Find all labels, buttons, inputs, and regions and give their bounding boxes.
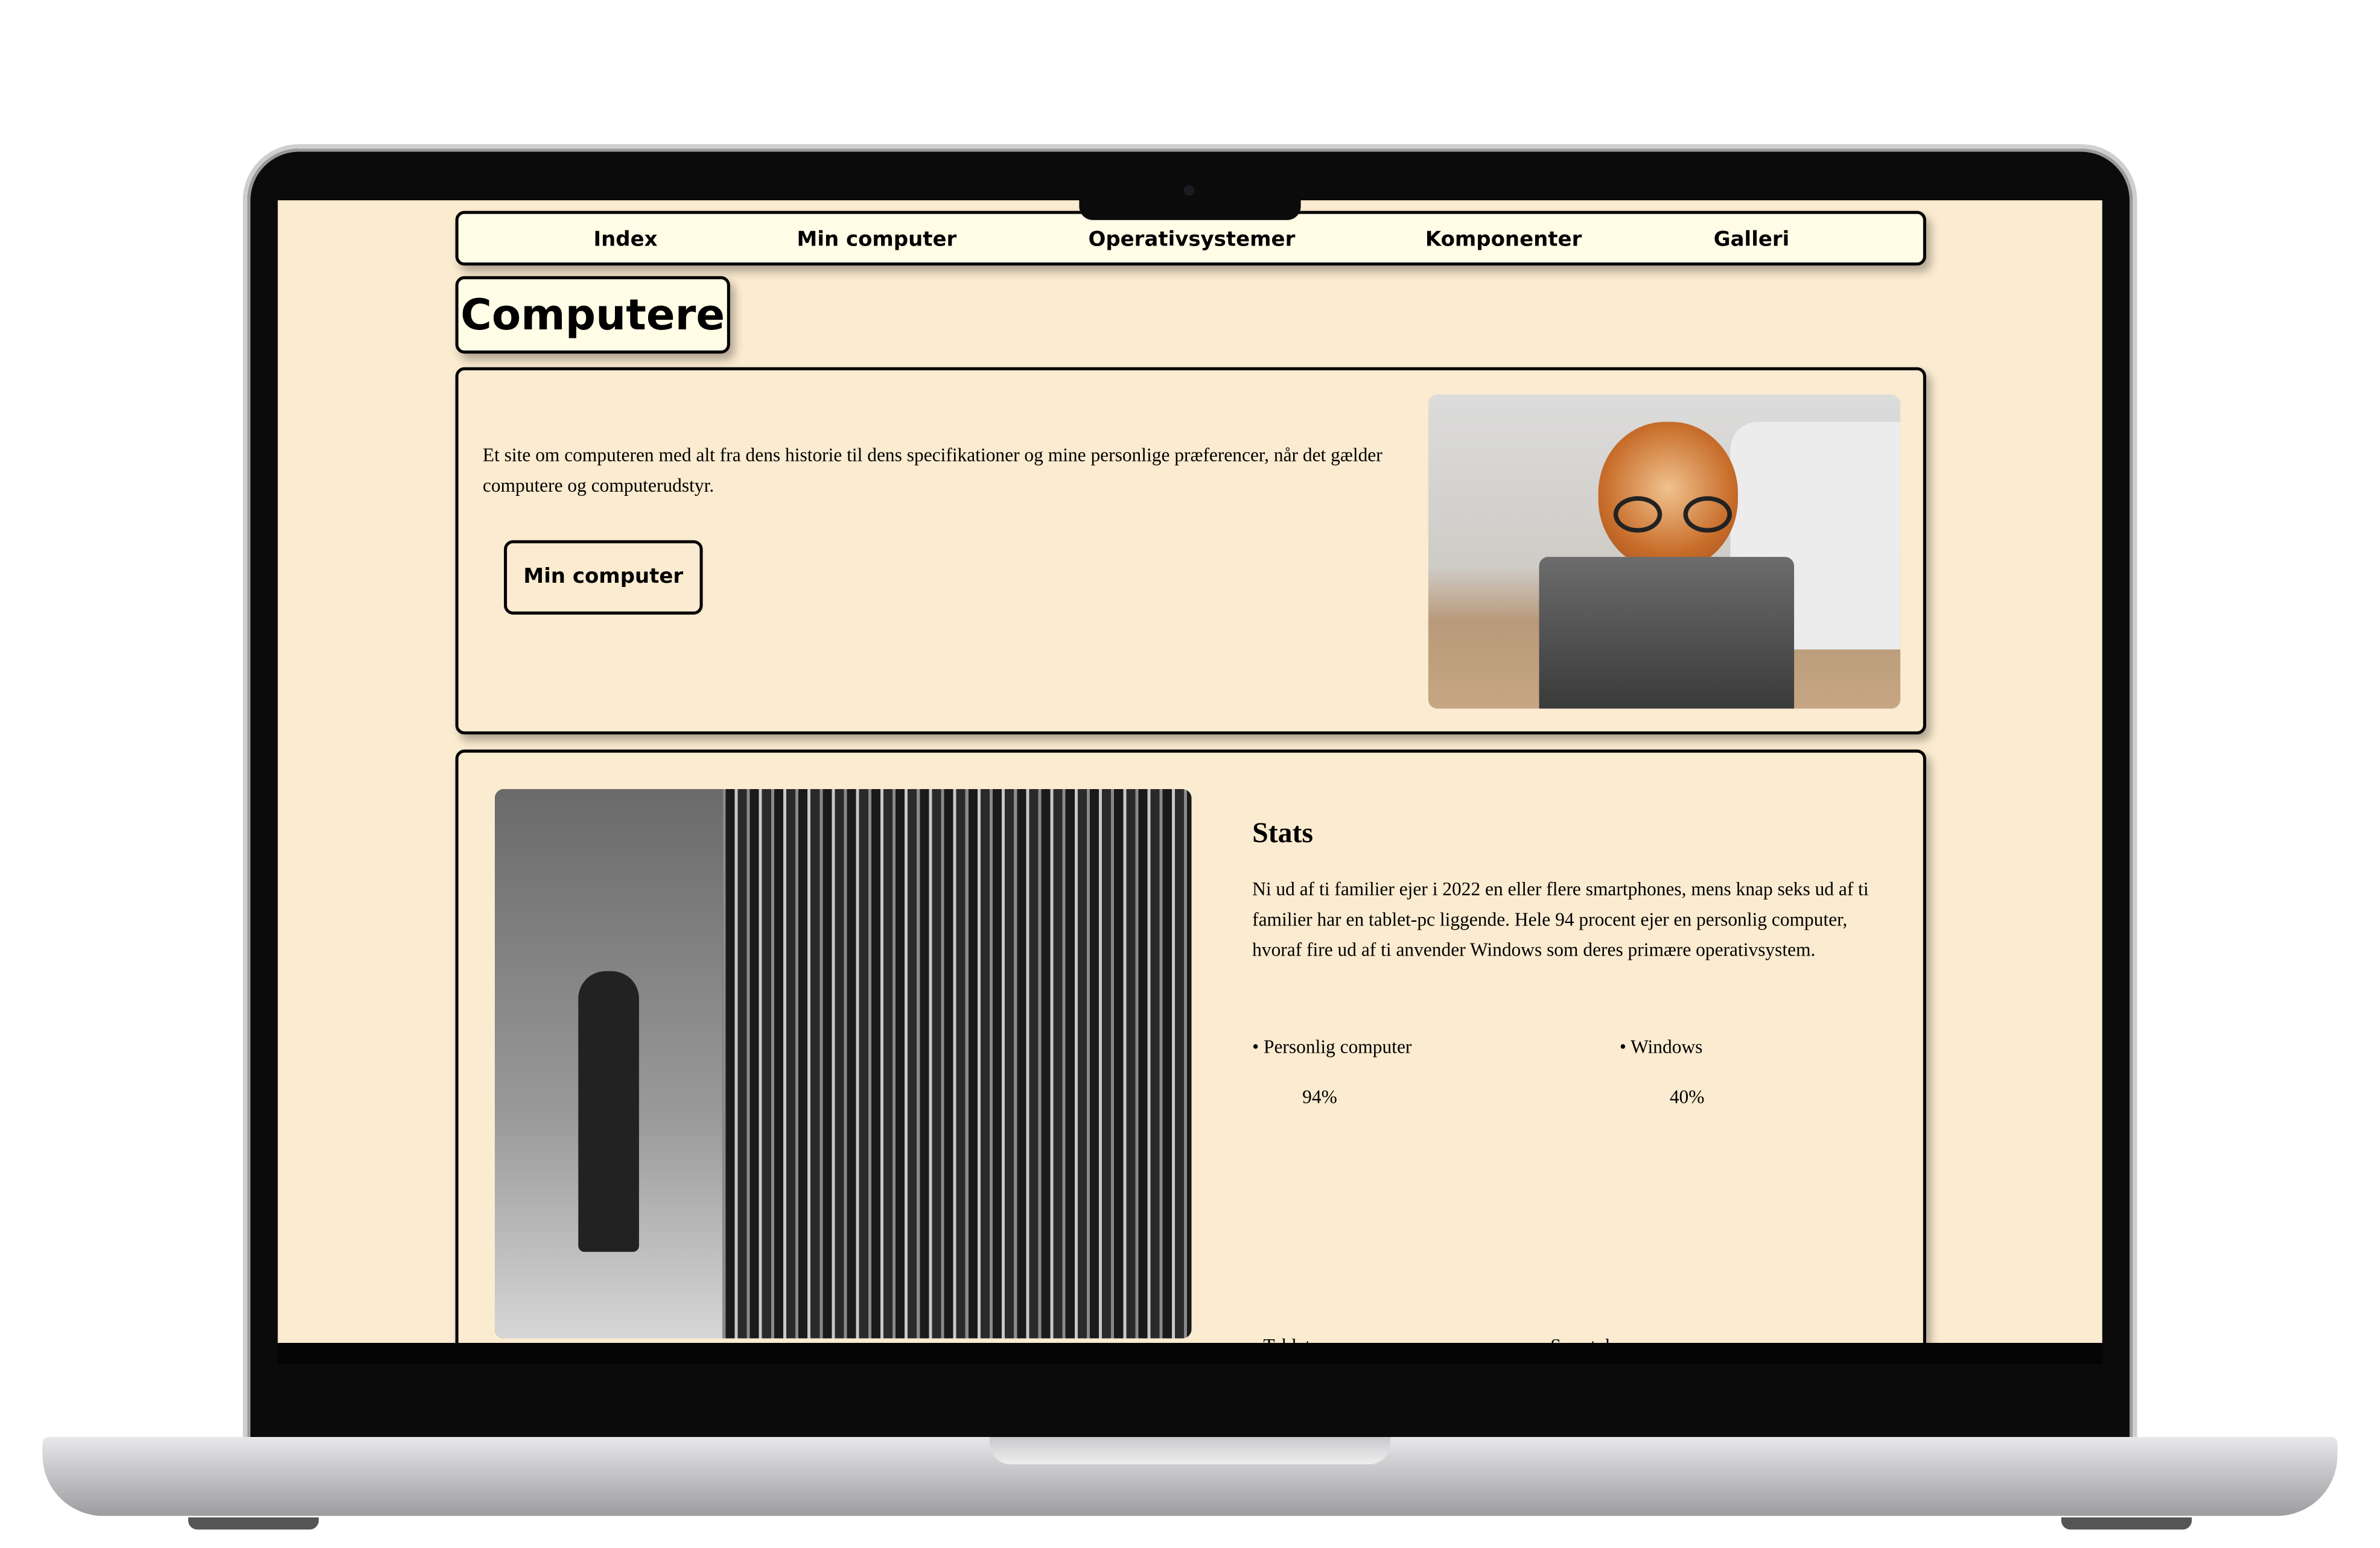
stats-heading: Stats — [1252, 817, 1314, 850]
stats-card: Stats Ni ud af ti familier ejer i 2022 e… — [455, 749, 1926, 1343]
intro-card: Et site om computeren med alt fra dens h… — [455, 367, 1926, 735]
browser-viewport: Index Min computer Operativsystemer Komp… — [278, 200, 2102, 1343]
camera-notch — [1079, 179, 1301, 220]
stat-label-tablet: • Tablet — [1252, 1335, 1310, 1343]
min-computer-button[interactable]: Min computer — [504, 540, 703, 615]
stat-value-windows: 40% — [1669, 1086, 1705, 1108]
laptop-foot — [188, 1517, 319, 1530]
nav-index[interactable]: Index — [593, 227, 657, 252]
mainframe-photo — [494, 788, 1192, 1339]
stat-label-pc: • Personlig computer — [1252, 1036, 1412, 1058]
laptop-foot — [2061, 1517, 2192, 1530]
nav-operativsystemer[interactable]: Operativsystemer — [1088, 227, 1295, 252]
dog-with-tablet-image — [1428, 394, 1901, 709]
intro-text: Et site om computeren med alt fra dens h… — [482, 444, 1382, 496]
screen-bezel-bottom — [278, 1343, 2102, 1365]
nav-galleri[interactable]: Galleri — [1714, 227, 1789, 252]
stat-label-windows: • Windows — [1619, 1036, 1703, 1058]
stat-value-pc: 94% — [1302, 1086, 1337, 1108]
stats-paragraph: Ni ud af ti familier ejer i 2022 en elle… — [1252, 878, 1869, 961]
laptop-base — [42, 1436, 2338, 1516]
camera-icon — [1183, 185, 1195, 196]
nav-min-computer[interactable]: Min computer — [797, 227, 957, 252]
nav-komponenter[interactable]: Komponenter — [1425, 227, 1582, 252]
stat-label-smartphone: • Smartphone — [1539, 1335, 1643, 1343]
page-title: Computere — [455, 276, 730, 354]
laptop-mockup: Index Min computer Operativsystemer Komp… — [0, 0, 2380, 1548]
stats-section: Stats Ni ud af ti familier ejer i 2022 e… — [1252, 819, 1889, 965]
